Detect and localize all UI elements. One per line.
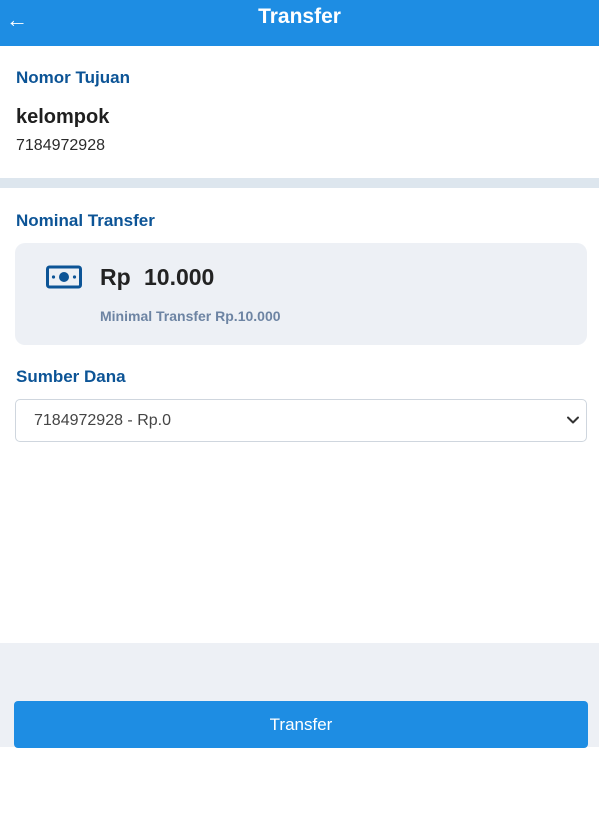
minimum-transfer-note: Minimal Transfer Rp.10.000: [100, 308, 281, 324]
nominal-label: Nominal Transfer: [16, 211, 155, 230]
source-label: Sumber Dana: [16, 367, 126, 386]
chevron-down-icon: [567, 416, 579, 424]
amount-card[interactable]: Rp 10.000 Minimal Transfer Rp.10.000: [15, 243, 587, 345]
source-selected-value: 7184972928 - Rp.0: [34, 412, 171, 429]
app-header: ← Transfer: [0, 0, 599, 46]
page-title: Transfer: [258, 5, 341, 28]
amount-currency: Rp: [100, 264, 131, 290]
destination-name: kelompok: [16, 106, 110, 128]
source-select[interactable]: 7184972928 - Rp.0: [15, 399, 587, 442]
section-divider: [0, 178, 599, 188]
destination-account-number: 7184972928: [16, 137, 105, 154]
amount-value[interactable]: 10.000: [144, 264, 214, 291]
transfer-button[interactable]: Transfer: [14, 701, 588, 748]
money-icon: [46, 265, 82, 289]
destination-label: Nomor Tujuan: [16, 68, 130, 87]
